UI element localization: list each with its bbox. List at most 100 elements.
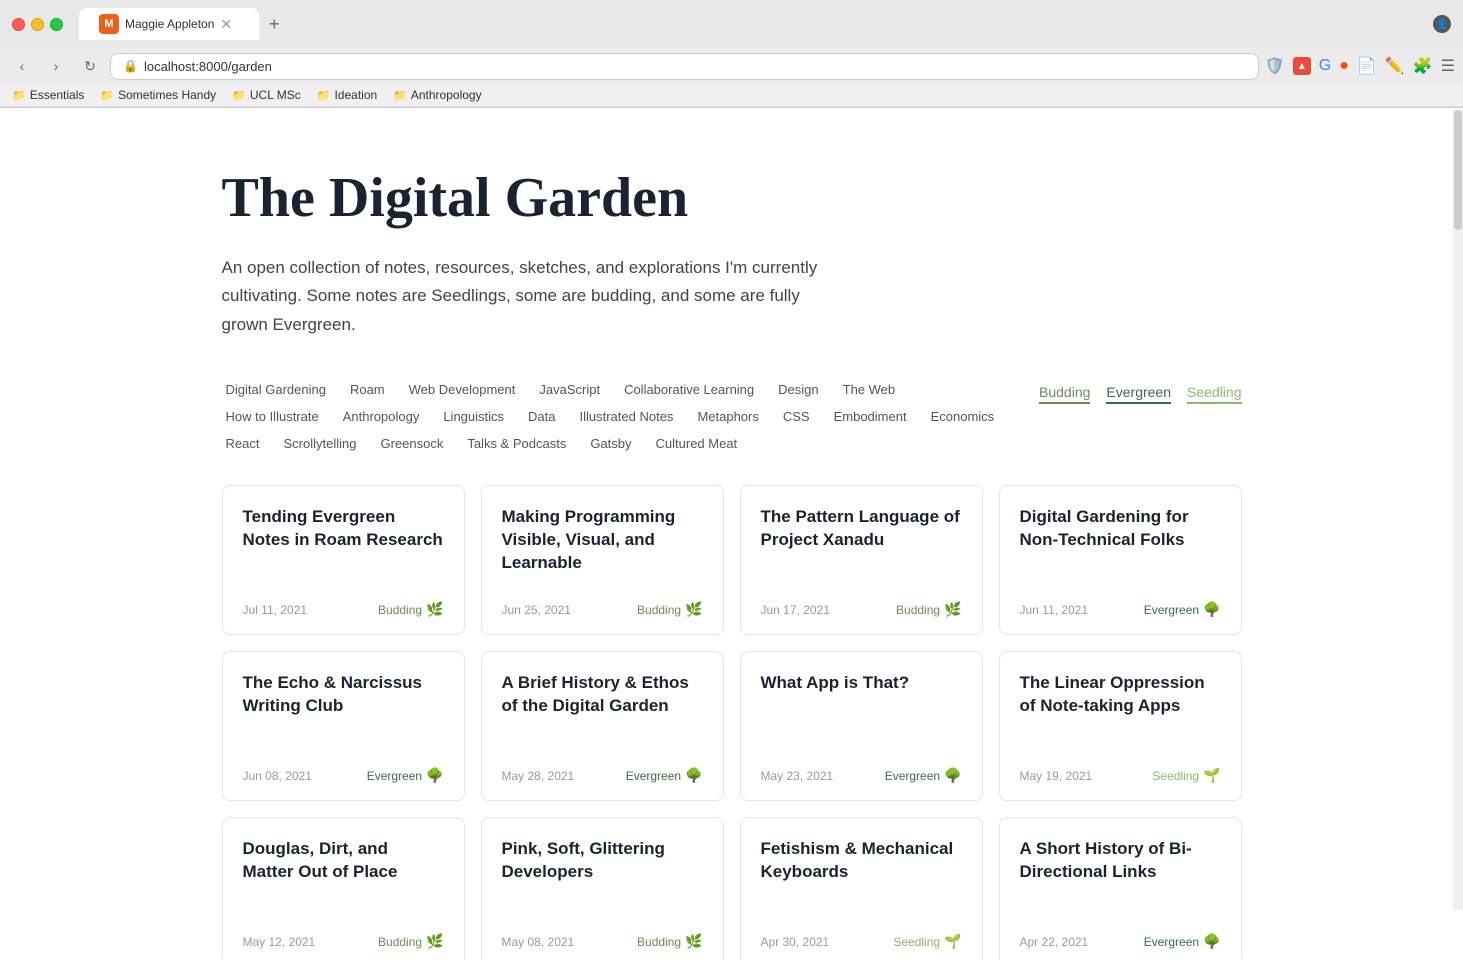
extension-icon-1[interactable]: ▲ bbox=[1293, 57, 1311, 75]
folder-icon: 📁 bbox=[393, 89, 407, 102]
tag-how-to-illustrate[interactable]: How to Illustrate bbox=[222, 407, 323, 426]
profile-icon[interactable]: 👤 bbox=[1433, 15, 1451, 33]
evergreen-icon: 🌳 bbox=[1203, 933, 1220, 950]
status-label: Seedling bbox=[1152, 769, 1199, 783]
card-footer: May 12, 2021 Budding 🌿 bbox=[243, 933, 444, 950]
extension-icon-4[interactable]: 📄 bbox=[1357, 56, 1377, 76]
budding-icon: 🌿 bbox=[426, 933, 443, 950]
new-tab-button[interactable]: + bbox=[269, 14, 280, 35]
extension-icon-5[interactable]: ✏️ bbox=[1385, 56, 1405, 76]
tag-the-web[interactable]: The Web bbox=[839, 380, 900, 399]
bookmark-anthropology[interactable]: 📁 Anthropology bbox=[393, 88, 481, 102]
tag-economics[interactable]: Economics bbox=[927, 407, 999, 426]
tag-metaphors[interactable]: Metaphors bbox=[693, 407, 762, 426]
tag-talks-podcasts[interactable]: Talks & Podcasts bbox=[463, 434, 570, 453]
card-footer: Jun 11, 2021 Evergreen 🌳 bbox=[1020, 601, 1221, 618]
tag-css[interactable]: CSS bbox=[779, 407, 814, 426]
card-date: Apr 30, 2021 bbox=[761, 935, 830, 949]
browser-menu-button[interactable]: ☰ bbox=[1441, 56, 1455, 76]
card-title: Digital Gardening for Non-Technical Folk… bbox=[1020, 506, 1221, 552]
bookmark-label: Essentials bbox=[30, 88, 85, 102]
forward-button[interactable]: › bbox=[42, 52, 70, 80]
nav-controls: ‹ › ↻ 🔒 localhost:8000/garden 🛡️ ▲ G ● 📄… bbox=[0, 48, 1463, 84]
filter-evergreen[interactable]: Evergreen bbox=[1106, 382, 1171, 404]
card-2[interactable]: Making Programming Visible, Visual, and … bbox=[481, 485, 724, 635]
tag-illustrated-notes[interactable]: Illustrated Notes bbox=[576, 407, 678, 426]
folder-icon: 📁 bbox=[232, 89, 246, 102]
card-date: May 08, 2021 bbox=[502, 935, 575, 949]
card-title: Fetishism & Mechanical Keyboards bbox=[761, 838, 962, 884]
tag-data[interactable]: Data bbox=[524, 407, 559, 426]
extension-icon-3[interactable]: ● bbox=[1339, 57, 1349, 75]
tag-javascript[interactable]: JavaScript bbox=[535, 380, 604, 399]
card-3[interactable]: The Pattern Language of Project Xanadu J… bbox=[740, 485, 983, 635]
browser-tab[interactable]: M Maggie Appleton ✕ bbox=[79, 8, 259, 40]
tag-collaborative-learning[interactable]: Collaborative Learning bbox=[620, 380, 758, 399]
tag-react[interactable]: React bbox=[222, 434, 264, 453]
bookmark-ideation[interactable]: 📁 Ideation bbox=[317, 88, 377, 102]
back-button[interactable]: ‹ bbox=[8, 52, 36, 80]
refresh-button[interactable]: ↻ bbox=[76, 52, 104, 80]
card-status: Seedling 🌱 bbox=[1152, 767, 1220, 784]
status-label: Seedling bbox=[893, 935, 940, 949]
tab-close-button[interactable]: ✕ bbox=[220, 16, 232, 33]
filter-seedling[interactable]: Seedling bbox=[1187, 382, 1242, 404]
card-9[interactable]: Douglas, Dirt, and Matter Out of Place M… bbox=[222, 817, 465, 960]
tag-greensock[interactable]: Greensock bbox=[376, 434, 447, 453]
shield-icon[interactable]: 🛡️ bbox=[1265, 56, 1285, 76]
traffic-lights bbox=[12, 18, 63, 31]
card-10[interactable]: Pink, Soft, Glittering Developers May 08… bbox=[481, 817, 724, 960]
card-footer: Jul 11, 2021 Budding 🌿 bbox=[243, 601, 444, 618]
close-button[interactable] bbox=[12, 18, 25, 31]
tag-design[interactable]: Design bbox=[774, 380, 822, 399]
card-title: The Pattern Language of Project Xanadu bbox=[761, 506, 962, 552]
browser-extensions: 🛡️ ▲ G ● 📄 ✏️ 🧩 ☰ bbox=[1265, 56, 1455, 76]
filter-budding[interactable]: Budding bbox=[1039, 382, 1090, 404]
tag-digital-gardening[interactable]: Digital Gardening bbox=[222, 380, 330, 399]
bookmark-sometimes-handy[interactable]: 📁 Sometimes Handy bbox=[100, 88, 216, 102]
minimize-button[interactable] bbox=[31, 18, 44, 31]
seedling-icon: 🌱 bbox=[944, 933, 961, 950]
card-8[interactable]: The Linear Oppression of Note-taking App… bbox=[999, 651, 1242, 801]
card-4[interactable]: Digital Gardening for Non-Technical Folk… bbox=[999, 485, 1242, 635]
card-title: Making Programming Visible, Visual, and … bbox=[502, 506, 703, 575]
bookmark-label: Sometimes Handy bbox=[118, 88, 216, 102]
tag-gatsby[interactable]: Gatsby bbox=[586, 434, 635, 453]
tag-web-development[interactable]: Web Development bbox=[405, 380, 520, 399]
card-11[interactable]: Fetishism & Mechanical Keyboards Apr 30,… bbox=[740, 817, 983, 960]
tag-linguistics[interactable]: Linguistics bbox=[439, 407, 508, 426]
status-label: Evergreen bbox=[885, 769, 940, 783]
card-footer: Jun 17, 2021 Budding 🌿 bbox=[761, 601, 962, 618]
tag-embodiment[interactable]: Embodiment bbox=[830, 407, 911, 426]
card-date: May 23, 2021 bbox=[761, 769, 834, 783]
status-label: Evergreen bbox=[367, 769, 422, 783]
scroll-thumb[interactable] bbox=[1454, 110, 1462, 230]
folder-icon: 📁 bbox=[12, 89, 26, 102]
page-description: An open collection of notes, resources, … bbox=[222, 254, 822, 341]
card-status: Budding 🌿 bbox=[637, 933, 702, 950]
card-7[interactable]: What App is That? May 23, 2021 Evergreen… bbox=[740, 651, 983, 801]
card-title: The Echo & Narcissus Writing Club bbox=[243, 672, 444, 718]
card-title: A Short History of Bi-Directional Links bbox=[1020, 838, 1221, 884]
extension-icon-2[interactable]: G bbox=[1319, 57, 1331, 75]
status-label: Evergreen bbox=[1144, 935, 1199, 949]
card-1[interactable]: Tending Evergreen Notes in Roam Research… bbox=[222, 485, 465, 635]
bookmark-label: Anthropology bbox=[411, 88, 482, 102]
address-bar[interactable]: 🔒 localhost:8000/garden bbox=[110, 53, 1259, 80]
card-6[interactable]: A Brief History & Ethos of the Digital G… bbox=[481, 651, 724, 801]
card-footer: May 19, 2021 Seedling 🌱 bbox=[1020, 767, 1221, 784]
tag-cultured-meat[interactable]: Cultured Meat bbox=[652, 434, 742, 453]
card-status: Evergreen 🌳 bbox=[885, 767, 962, 784]
maximize-button[interactable] bbox=[50, 18, 63, 31]
card-12[interactable]: A Short History of Bi-Directional Links … bbox=[999, 817, 1242, 960]
bookmark-ucl-msc[interactable]: 📁 UCL MSc bbox=[232, 88, 301, 102]
tag-scrollytelling[interactable]: Scrollytelling bbox=[279, 434, 360, 453]
bookmark-essentials[interactable]: 📁 Essentials bbox=[12, 88, 84, 102]
scrollbar[interactable] bbox=[1453, 110, 1463, 910]
tag-anthropology[interactable]: Anthropology bbox=[339, 407, 424, 426]
card-status: Budding 🌿 bbox=[378, 601, 443, 618]
tag-roam[interactable]: Roam bbox=[346, 380, 389, 399]
folder-icon: 📁 bbox=[317, 89, 331, 102]
card-5[interactable]: The Echo & Narcissus Writing Club Jun 08… bbox=[222, 651, 465, 801]
extensions-button[interactable]: 🧩 bbox=[1413, 56, 1433, 76]
